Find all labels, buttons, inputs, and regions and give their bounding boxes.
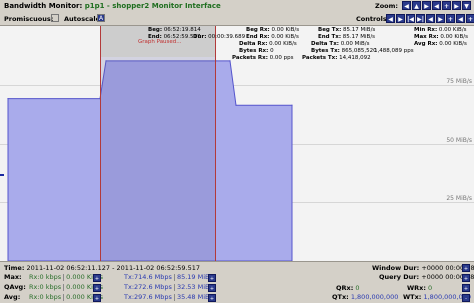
qavg-tx-button[interactable]: +	[208, 284, 216, 292]
tx-area-chart	[7, 60, 293, 261]
info-end-tx: End Tx: 85.17 MiB/s	[318, 34, 376, 40]
zoom-button-2[interactable]: ▶	[422, 1, 431, 10]
left-axis-marker	[0, 174, 4, 176]
zoom-button-3[interactable]: ◀	[432, 1, 441, 10]
title-suffix: - shopper2 Monitor Interface	[104, 2, 221, 10]
zoom-button-4[interactable]: +	[442, 1, 451, 10]
options-bar: Promiscuous: Autoscale: A Controls: ◀ ▶ |◀…	[0, 12, 474, 26]
info-packets-tx: Packets Tx: 14,418,092	[302, 55, 371, 61]
y-tick-75: 75 MiB/s	[446, 78, 472, 85]
footer-max: Max: Rx:0 kbps 0.000 KiB/s Tx:714.6 Mbps 8…	[4, 273, 216, 281]
info-dur: Dur: 00:00:39.689	[193, 34, 246, 40]
qtx-value: QTx: 1,800,000,000	[332, 293, 399, 301]
footer-time: Time: 2011-11-02 06:52:11.127 - 2011-11-…	[4, 264, 201, 272]
control-button-0[interactable]: ◀	[386, 14, 395, 23]
control-button-3[interactable]: ▶|	[416, 14, 425, 23]
zoom-button-5[interactable]: ▶	[452, 1, 461, 10]
window-title: Bandwidth Monitor: p1p1 - shopper2 Monit…	[4, 2, 221, 10]
promiscuous-checkbox[interactable]	[51, 14, 59, 22]
footer-qavg: QAvg: Rx:0 kbps 0.000 KiB/s Tx:272.6 Mbps…	[4, 283, 216, 291]
zoom-button-0[interactable]: ◀	[402, 1, 411, 10]
control-button-2[interactable]: |◀	[406, 14, 415, 23]
info-delta-tx: Delta Tx: 0.00 MiB/s	[311, 41, 370, 47]
autoscale-checkbox[interactable]: A	[97, 14, 105, 22]
zoom-button-1[interactable]: ▲	[412, 1, 421, 10]
info-max-rx: Max Rx: 0.00 KiB/s	[414, 34, 469, 40]
avg-rx-button[interactable]: +	[93, 294, 101, 302]
control-buttons: ◀▶|◀▶|◀▶+◀+▶	[386, 14, 474, 23]
info-beg-rx: Beg Rx: 0.00 KiB/s	[246, 27, 300, 33]
interface-name: p1p1	[84, 2, 105, 10]
control-button-1[interactable]: ▶	[396, 14, 405, 23]
zoom-label: Zoom:	[375, 2, 399, 10]
graph-paused-label: Graph Paused...	[138, 39, 182, 45]
info-bytes-tx: Bytes Tx: 865,085,520	[311, 48, 377, 54]
info-packets-rx: Packets Rx: 0.00 pps	[232, 55, 294, 61]
tx-point-6	[291, 104, 293, 106]
bandwidth-graph[interactable]: 75 MiB/s 50 MiB/s 25 MiB/s Beg: 06:52:19…	[0, 26, 474, 261]
zoom-buttons: ◀ ▲ ▶ ◀ + ▶ ▼	[402, 1, 471, 10]
control-button-8[interactable]: +	[466, 14, 474, 23]
wtx-value: WTx: 1,800,000,000	[403, 293, 472, 301]
avg-tx-button[interactable]: +	[208, 294, 216, 302]
controls-label: Controls:	[356, 15, 390, 23]
promiscuous-label: Promiscuous:	[4, 15, 54, 23]
window-duration: Window Dur: +0000 00:00:48	[372, 264, 474, 272]
qrx-value: QRx: 0	[336, 284, 360, 292]
y-tick-25: 25 MiB/s	[446, 195, 472, 202]
control-button-7[interactable]: ◀	[456, 14, 465, 23]
status-footer: Time: 2011-11-02 06:52:11.127 - 2011-11-…	[0, 261, 474, 303]
max-tx-button[interactable]: +	[208, 274, 216, 282]
info-delta-rx: Delta Rx: 0.00 KiB/s	[239, 41, 297, 47]
tx-point-0	[7, 98, 9, 100]
tx-point-4	[229, 60, 231, 62]
qavg-rx-button[interactable]: +	[93, 284, 101, 292]
info-beg-tx: Beg Tx: 85.17 MiB/s	[318, 27, 376, 33]
w-plus-button[interactable]: +	[462, 284, 470, 292]
info-pps-tx: 1,488,089 pps	[374, 48, 414, 54]
w-minus-button[interactable]: -	[462, 294, 470, 302]
tx-point-5	[235, 104, 237, 106]
info-avg-rx: Avg Rx: 0.00 KiB/s	[414, 41, 467, 47]
info-end-rx: End Rx: 0.00 KiB/s	[246, 34, 299, 40]
window-dur-plus-button[interactable]: +	[462, 264, 470, 272]
y-tick-50: 50 MiB/s	[446, 137, 472, 144]
query-dur-plus-button[interactable]: +	[462, 274, 470, 282]
info-beg: Beg: 06:52:19.814	[148, 27, 201, 33]
info-bytes-rx: Bytes Rx: 0	[239, 48, 274, 54]
control-button-5[interactable]: ▶	[436, 14, 445, 23]
control-button-4[interactable]: ◀	[426, 14, 435, 23]
max-rx-button[interactable]: +	[93, 274, 101, 282]
wrx-value: WRx: 0	[407, 284, 433, 292]
info-min-rx: Min Rx: 0.00 KiB/s	[414, 27, 467, 33]
footer-avg: Avg: Rx:0 kbps 0.000 KiB/s Tx:297.6 Mbps 3…	[4, 293, 216, 301]
selection-region[interactable]	[100, 26, 216, 261]
control-button-6[interactable]: +	[446, 14, 455, 23]
title-prefix: Bandwidth Monitor:	[4, 2, 85, 10]
zoom-button-6[interactable]: ▼	[462, 1, 471, 10]
query-duration: Query Dur: +0000 00:00:48	[379, 273, 474, 281]
